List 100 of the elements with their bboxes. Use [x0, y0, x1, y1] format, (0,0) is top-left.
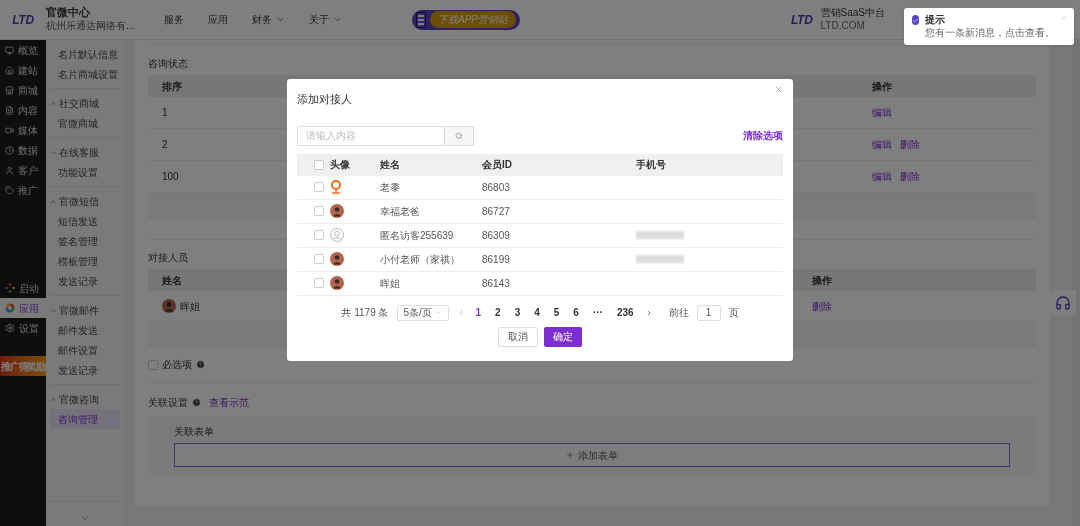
column-header: 头像: [330, 158, 351, 172]
menu-group-header[interactable]: 社交商城: [50, 93, 120, 113]
nav-link[interactable]: 关于: [309, 12, 342, 27]
chevron-up-icon: [50, 197, 57, 205]
table-cell-text: 86199: [482, 252, 511, 267]
check-icon: [912, 15, 919, 25]
promo-banner[interactable]: 推广得奖励: [0, 356, 46, 376]
submenu-item[interactable]: 名片默认信息: [50, 44, 120, 64]
checkbox[interactable]: [313, 278, 324, 288]
submenu-item[interactable]: 咨询管理: [50, 409, 120, 429]
submenu-item[interactable]: 名片商城设置: [50, 64, 120, 84]
action-link[interactable]: 删除: [900, 137, 920, 152]
checkbox[interactable]: [313, 159, 324, 170]
nav-link[interactable]: 财务: [252, 12, 285, 27]
cancel-button[interactable]: 取消: [498, 326, 538, 347]
checkbox[interactable]: [313, 206, 324, 216]
search-field[interactable]: 请输入内容: [297, 125, 445, 146]
monitor-icon: [5, 45, 14, 55]
nav-link[interactable]: 服务: [164, 12, 184, 27]
page-number[interactable]: ···: [589, 305, 606, 320]
page-size-select[interactable]: 5条/页: [396, 304, 449, 321]
menu-group-header[interactable]: 官微咨询: [50, 389, 120, 409]
action-link[interactable]: 编辑: [872, 105, 892, 120]
sidebar-item[interactable]: 客户: [0, 160, 46, 180]
checkbox[interactable]: [148, 359, 158, 370]
page-number[interactable]: 236: [613, 305, 637, 320]
search-icon: [455, 131, 463, 140]
sidebar-item[interactable]: 媒体: [0, 120, 46, 140]
page-number[interactable]: 2: [492, 305, 504, 320]
download-app-banner[interactable]: 下载APP营销站: [412, 9, 520, 30]
field-label: 关联表单: [174, 425, 215, 439]
menu-group-header[interactable]: 官微短信: [50, 191, 120, 211]
column-header: 姓名: [380, 158, 401, 172]
submenu-item[interactable]: 短信发送: [50, 211, 120, 231]
section-title: 关联设置: [148, 396, 188, 410]
tag-icon: [5, 185, 14, 195]
checkbox[interactable]: [313, 254, 324, 264]
action-link[interactable]: 编辑: [872, 137, 892, 152]
sidebar-item[interactable]: 设置: [0, 318, 46, 338]
page-number[interactable]: 1: [472, 305, 485, 320]
column-header: 会员ID: [482, 158, 513, 172]
nav-link[interactable]: 应用: [208, 12, 228, 27]
column-header: 操作: [872, 79, 893, 94]
menu-group-header[interactable]: 官微邮件: [50, 300, 120, 320]
table-cell: 2: [162, 139, 168, 150]
sidebar-item[interactable]: 数据: [0, 140, 46, 160]
checkbox[interactable]: [313, 182, 324, 192]
search-button[interactable]: [445, 125, 474, 146]
action-link[interactable]: 编辑: [872, 169, 892, 184]
sidebar-item[interactable]: 推广: [0, 180, 46, 200]
example-link[interactable]: 查看示范: [209, 395, 249, 410]
submenu-item[interactable]: 发送记录: [50, 271, 120, 291]
submenu-item[interactable]: 发送记录: [50, 360, 120, 380]
add-form-button[interactable]: 添加表单: [174, 443, 1010, 467]
sidebar-item[interactable]: 内容: [0, 100, 46, 120]
default-avatar-icon: [330, 228, 344, 242]
submenu-item[interactable]: 模板管理: [50, 251, 120, 271]
chevron-down-icon: [333, 15, 342, 24]
chevron-up-icon: [50, 148, 57, 156]
close-icon[interactable]: [1061, 14, 1066, 22]
page-number[interactable]: 4: [531, 305, 543, 320]
chevron-up-icon: [50, 306, 57, 314]
action-link[interactable]: 删除: [812, 298, 832, 314]
user-avatar-icon: [330, 276, 344, 290]
submenu-item[interactable]: 签名管理: [50, 231, 120, 251]
clear-selection-link[interactable]: 清除选项: [743, 128, 783, 143]
submenu-item[interactable]: 功能设置: [50, 162, 120, 182]
home-icon: [5, 65, 14, 75]
close-icon[interactable]: [774, 85, 783, 94]
notification-title: 提示: [925, 14, 946, 27]
page-input[interactable]: 1: [696, 304, 721, 321]
phone-icon: [416, 11, 426, 28]
table-cell-text: 86727: [482, 204, 511, 219]
confirm-button[interactable]: 确定: [544, 326, 582, 347]
page-number[interactable]: 6: [570, 305, 582, 320]
submenu-item[interactable]: 邮件设置: [50, 340, 120, 360]
sidebar-item[interactable]: 应用: [0, 298, 46, 318]
table-cell: 1: [162, 107, 168, 118]
submenu-item[interactable]: 官微商城: [50, 113, 120, 133]
logo: LTD: [12, 11, 34, 29]
menu-group-header[interactable]: 在线客服: [50, 142, 120, 162]
submenu-item[interactable]: 邮件发送: [50, 320, 120, 340]
customer-service-button[interactable]: [1050, 290, 1076, 316]
sidebar-item[interactable]: 启动: [0, 278, 46, 298]
checkbox-label: 必选项: [162, 358, 192, 372]
table-cell-text: 86309: [482, 228, 511, 243]
sidebar-item[interactable]: 商城: [0, 80, 46, 100]
document-icon: [5, 105, 14, 115]
table-cell-text: 小付老师（家祺）: [380, 252, 461, 267]
sidebar-item[interactable]: 建站: [0, 60, 46, 80]
column-header: 姓名: [162, 274, 182, 286]
notification-toast[interactable]: 提示 您有一条新消息，点击查看。: [904, 8, 1074, 45]
page-number[interactable]: 3: [511, 305, 524, 320]
table-cell-text: 匿名访客255639: [380, 228, 455, 243]
sidebar-item[interactable]: 概览: [0, 40, 46, 60]
page-number[interactable]: 5: [550, 305, 563, 320]
user-icon: [5, 165, 14, 175]
checkbox[interactable]: [313, 230, 324, 240]
goto-label: 前往: [668, 306, 689, 320]
action-link[interactable]: 删除: [900, 169, 920, 184]
